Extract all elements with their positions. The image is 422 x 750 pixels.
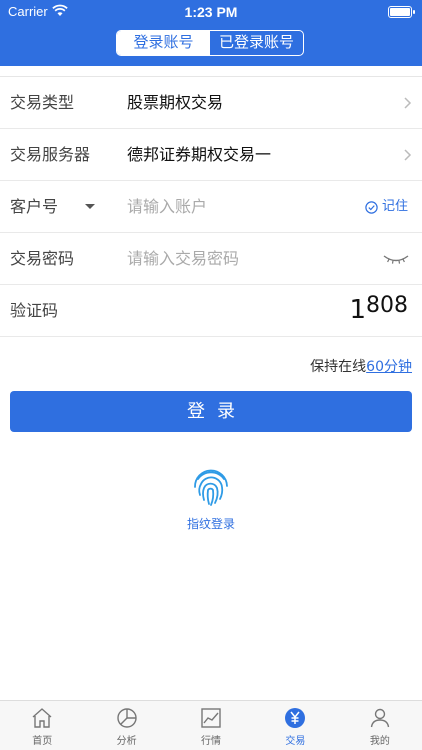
home-icon — [32, 708, 52, 728]
tab-label: 交易 — [285, 736, 306, 747]
tab-analysis[interactable]: 分析 — [84, 701, 168, 750]
captcha-rest-digits: 808 — [366, 293, 408, 318]
tab-bar: 首页 分析 行情 交易 我的 — [0, 700, 422, 750]
login-button[interactable]: 登录 — [10, 391, 412, 432]
check-circle-icon — [365, 200, 378, 214]
remember-label: 记住 — [381, 199, 408, 214]
tab-label: 分析 — [116, 736, 137, 747]
account-label: 客户号 — [10, 197, 59, 216]
clock: 1:23 PM — [184, 4, 238, 20]
login-form: 交易类型 股票期权交易 交易服务器 德邦证券期权交易一 客户号 请输入账户 记住… — [0, 76, 422, 337]
tab-trade[interactable]: 交易 — [253, 701, 337, 750]
account-row: 客户号 请输入账户 记住 — [0, 181, 422, 233]
eye-closed-icon[interactable] — [382, 253, 410, 265]
trade-type-value: 股票期权交易 — [127, 93, 224, 112]
password-row: 交易密码 请输入交易密码 — [0, 233, 422, 285]
chevron-right-icon — [404, 97, 412, 109]
header: Carrier 1:23 PM 登录账号 已登录账号 — [0, 0, 422, 66]
keep-online: 保持在线60分钟 — [310, 356, 412, 376]
password-label: 交易密码 — [10, 249, 75, 268]
fingerprint-login[interactable]: 指纹登录 — [180, 465, 242, 532]
trade-server-row[interactable]: 交易服务器 德邦证券期权交易一 — [0, 129, 422, 181]
fingerprint-icon — [194, 469, 228, 506]
password-input[interactable]: 请输入交易密码 — [127, 233, 239, 285]
trade-type-label: 交易类型 — [10, 93, 75, 112]
trade-server-label: 交易服务器 — [10, 145, 91, 164]
chevron-right-icon — [404, 149, 412, 161]
tab-market[interactable]: 行情 — [169, 701, 253, 750]
account-input[interactable]: 请输入账户 — [127, 181, 207, 233]
status-bar: Carrier 1:23 PM — [0, 0, 422, 24]
trade-server-value: 德邦证券期权交易一 — [127, 145, 272, 164]
captcha-row: 验证码 1808 — [0, 285, 422, 337]
yen-icon — [285, 708, 306, 728]
keep-online-prefix: 保持在线 — [310, 359, 367, 375]
fingerprint-label: 指纹登录 — [186, 517, 235, 531]
tab-mine[interactable]: 我的 — [338, 701, 422, 750]
tab-label: 我的 — [369, 736, 390, 747]
captcha-image[interactable]: 1808 — [349, 293, 408, 325]
pie-chart-icon — [116, 708, 137, 728]
trade-type-row[interactable]: 交易类型 股票期权交易 — [0, 77, 422, 129]
battery-icon — [388, 6, 415, 18]
tab-logged-in-accounts[interactable]: 已登录账号 — [210, 31, 303, 55]
user-icon — [370, 708, 390, 728]
caret-down-icon[interactable] — [84, 203, 96, 211]
tab-label: 首页 — [32, 736, 53, 747]
tab-label: 行情 — [201, 736, 222, 747]
tab-login-account[interactable]: 登录账号 — [117, 31, 210, 55]
tab-home[interactable]: 首页 — [0, 701, 84, 750]
line-chart-icon — [201, 708, 221, 728]
captcha-first-digit: 1 — [349, 295, 366, 325]
account-segmented-control[interactable]: 登录账号 已登录账号 — [116, 30, 304, 56]
keep-online-duration-link[interactable]: 60分钟 — [366, 359, 412, 375]
captcha-label: 验证码 — [10, 301, 59, 320]
remember-account-toggle[interactable]: 记住 — [365, 181, 408, 233]
